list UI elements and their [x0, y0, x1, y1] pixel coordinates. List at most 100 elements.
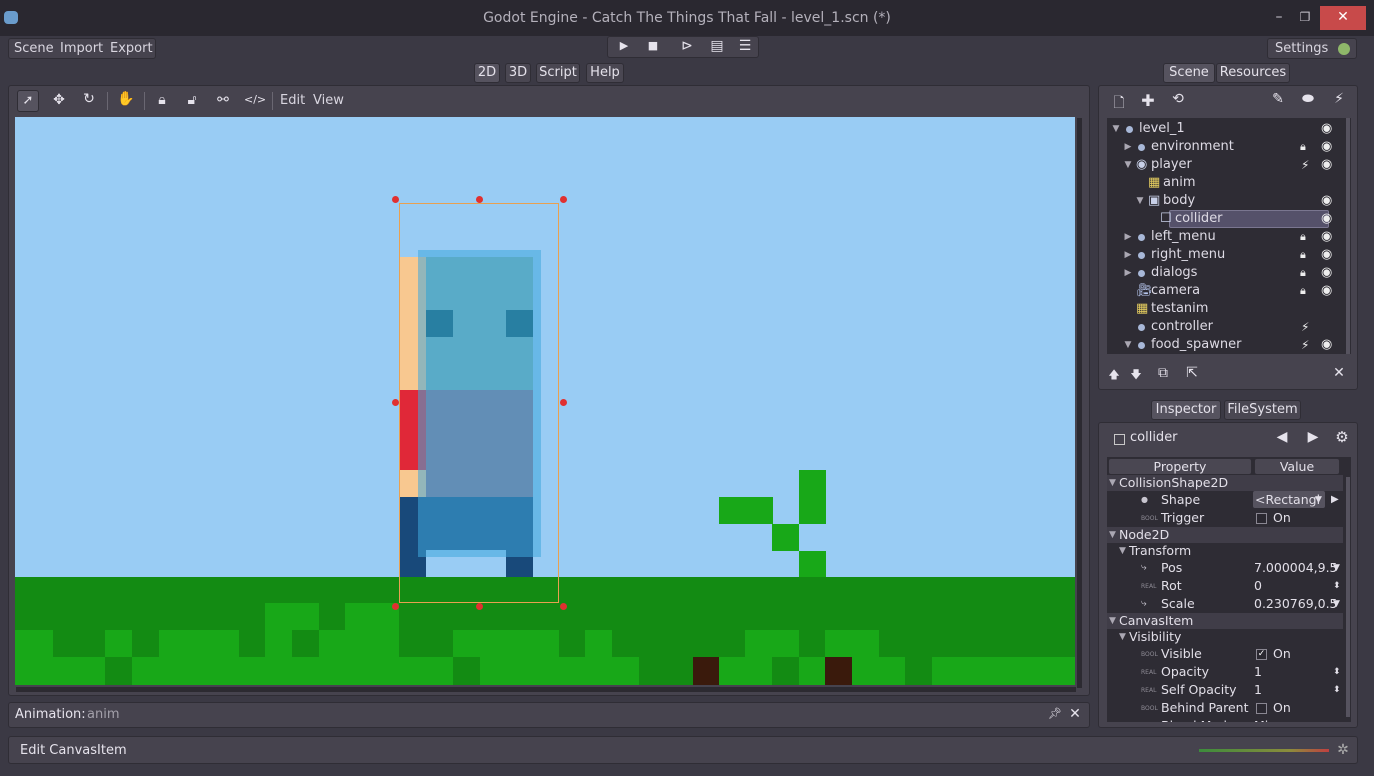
settings-button[interactable]: Settings [1267, 38, 1357, 59]
property-section-visibility[interactable]: ▼ Visibility [1107, 629, 1343, 645]
visibility-eye-icon[interactable]: ◉ [1321, 282, 1332, 300]
close-panel-icon[interactable]: ✕ [1068, 706, 1082, 722]
property-value[interactable]: On [1273, 699, 1291, 717]
ungroup-icon[interactable]: </> [244, 93, 266, 106]
unlock-icon[interactable]: 🔓︎ [184, 92, 200, 108]
collapse-arrow-icon[interactable]: ▼ [1119, 629, 1126, 645]
collapse-arrow-icon[interactable]: ▼ [1123, 156, 1133, 174]
property-value[interactable]: 0 [1254, 577, 1262, 595]
tree-item-controller[interactable]: controller ⚡ [1107, 318, 1347, 336]
property-section-canvasitem[interactable]: ▼ CanvasItem [1107, 613, 1343, 629]
tree-item-anim[interactable]: ▦ anim [1107, 174, 1347, 192]
value-menu-arrow-icon[interactable]: ▼ [1333, 717, 1340, 722]
checkbox-icon[interactable] [1256, 513, 1267, 524]
move-tool-icon[interactable]: ✥ [50, 92, 68, 108]
selection-handle[interactable] [560, 603, 567, 610]
minimize-button[interactable]: – [1266, 6, 1292, 30]
object-menu-gear-icon[interactable]: ⚙ [1334, 428, 1350, 446]
collapse-arrow-icon[interactable]: ▼ [1123, 336, 1133, 354]
expand-arrow-icon[interactable]: ▶ [1123, 264, 1133, 282]
spinbox-arrows-icon[interactable]: ⬍ [1333, 663, 1341, 681]
tab-help[interactable]: Help [586, 63, 624, 83]
maximize-button[interactable]: ❐ [1292, 6, 1318, 30]
menu-import[interactable]: Import [60, 41, 103, 56]
selection-handle[interactable] [560, 196, 567, 203]
property-section-collisionshape2d[interactable]: ▼ CollisionShape2D [1107, 475, 1343, 491]
edit-menu[interactable]: Edit [280, 93, 305, 108]
visibility-eye-icon[interactable]: ◉ [1321, 192, 1332, 210]
property-value[interactable]: <Rectangl [1255, 491, 1320, 509]
lock-icon[interactable]: 🔒︎ [1300, 228, 1306, 246]
play-custom-scene-icon[interactable]: ▤ [709, 38, 725, 54]
history-back-icon[interactable]: ◀ [1275, 429, 1289, 445]
horizontal-scrollbar[interactable] [16, 687, 1076, 692]
menu-export[interactable]: Export [110, 41, 153, 56]
selection-handle[interactable] [392, 603, 399, 610]
selection-handle[interactable] [560, 399, 567, 406]
property-value[interactable]: 7.000004,9.5 [1254, 559, 1338, 577]
play-scene-icon[interactable]: ⊳ [679, 38, 695, 54]
tree-item-right-menu[interactable]: ▶ right_menu 🔒︎ ◉ [1107, 246, 1347, 264]
group-icon[interactable]: ⚯ [214, 92, 232, 108]
collapse-arrow-icon[interactable]: ▼ [1109, 613, 1116, 629]
visibility-eye-icon[interactable]: ◉ [1321, 246, 1332, 264]
visibility-eye-icon[interactable]: ◉ [1321, 156, 1332, 174]
edit-connections-icon[interactable]: ⬬ [1300, 91, 1316, 107]
tab-resources[interactable]: Resources [1216, 63, 1290, 83]
history-forward-icon[interactable]: ▶ [1306, 429, 1320, 445]
spinbox-arrows-icon[interactable]: ⬍ [1333, 577, 1341, 595]
selection-handle[interactable] [476, 196, 483, 203]
expand-arrow-icon[interactable]: ▶ [1123, 138, 1133, 156]
selection-handle[interactable] [392, 196, 399, 203]
lock-icon[interactable]: 🔒︎ [1300, 282, 1306, 300]
visibility-eye-icon[interactable]: ◉ [1321, 210, 1332, 228]
reparent-icon[interactable]: ⇱ [1184, 365, 1200, 381]
tree-item-player[interactable]: ▼ ◉ player ⚡ ◉ [1107, 156, 1347, 174]
lock-icon[interactable]: 🔒︎ [1300, 138, 1306, 156]
tab-2d[interactable]: 2D [474, 63, 500, 83]
tree-item-environment[interactable]: ▶ environment 🔒︎ ◉ [1107, 138, 1347, 156]
close-window-button[interactable]: ✕ [1320, 6, 1366, 30]
checkbox-icon[interactable] [1256, 703, 1267, 714]
property-value[interactable]: 0.230769,0.5 [1254, 595, 1338, 613]
visibility-eye-icon[interactable]: ◉ [1321, 138, 1332, 156]
scene-tree[interactable]: ▼ level_1 ◉ ▶ environment 🔒︎ ◉ ▼ ◉ player ⚡ ◉ ▦ anim ▼… [1107, 118, 1351, 354]
selection-handle[interactable] [476, 603, 483, 610]
menu-scene[interactable]: Scene [14, 41, 54, 56]
collapse-arrow-icon[interactable]: ▼ [1109, 527, 1116, 543]
script-icon[interactable]: ⚡ [1301, 156, 1309, 174]
stop-icon[interactable]: ■ [645, 39, 661, 52]
checkbox-checked-icon[interactable]: ✓ [1256, 649, 1267, 660]
tree-item-camera[interactable]: 🎥︎ camera 🔒︎ ◉ [1107, 282, 1347, 300]
visibility-eye-icon[interactable]: ◉ [1321, 120, 1332, 138]
debug-options-icon[interactable]: ☰ [737, 38, 753, 54]
property-value[interactable]: On [1273, 645, 1291, 663]
add-node-icon[interactable]: ✚ [1140, 91, 1156, 110]
vertical-scrollbar[interactable] [1077, 118, 1082, 688]
script-icon[interactable]: ⚡ [1331, 91, 1347, 107]
spinbox-arrows-icon[interactable]: ⬍ [1333, 681, 1341, 699]
tree-item-testanim[interactable]: ▦ testanim [1107, 300, 1347, 318]
edit-groups-icon[interactable]: ✎ [1270, 91, 1286, 107]
2d-viewport[interactable] [15, 117, 1075, 685]
tab-script[interactable]: Script [536, 63, 580, 83]
view-menu[interactable]: View [313, 93, 344, 108]
tab-scene[interactable]: Scene [1163, 63, 1215, 83]
instance-scene-icon[interactable]: ⟲ [1170, 91, 1186, 107]
expand-arrow-icon[interactable]: ▶ [1123, 246, 1133, 264]
select-tool-icon[interactable]: ➚ [17, 90, 39, 112]
tab-inspector[interactable]: Inspector [1151, 400, 1221, 420]
tree-item-collider[interactable]: ☐ collider ◉ [1107, 210, 1347, 228]
collapse-arrow-icon[interactable]: ▼ [1135, 192, 1145, 210]
tree-item-dialogs[interactable]: ▶ dialogs 🔒︎ ◉ [1107, 264, 1347, 282]
visibility-eye-icon[interactable]: ◉ [1321, 264, 1332, 282]
selection-rect[interactable] [399, 203, 559, 603]
property-value[interactable]: On [1273, 509, 1291, 527]
tab-3d[interactable]: 3D [505, 63, 531, 83]
collapse-arrow-icon[interactable]: ▼ [1111, 120, 1121, 138]
tree-item-left-menu[interactable]: ▶ left_menu 🔒︎ ◉ [1107, 228, 1347, 246]
move-up-icon[interactable]: 🡅 [1108, 366, 1120, 385]
animation-name[interactable]: anim [87, 707, 119, 722]
duplicate-icon[interactable]: ⧉ [1156, 365, 1170, 381]
rotate-tool-icon[interactable]: ↻ [80, 91, 98, 107]
